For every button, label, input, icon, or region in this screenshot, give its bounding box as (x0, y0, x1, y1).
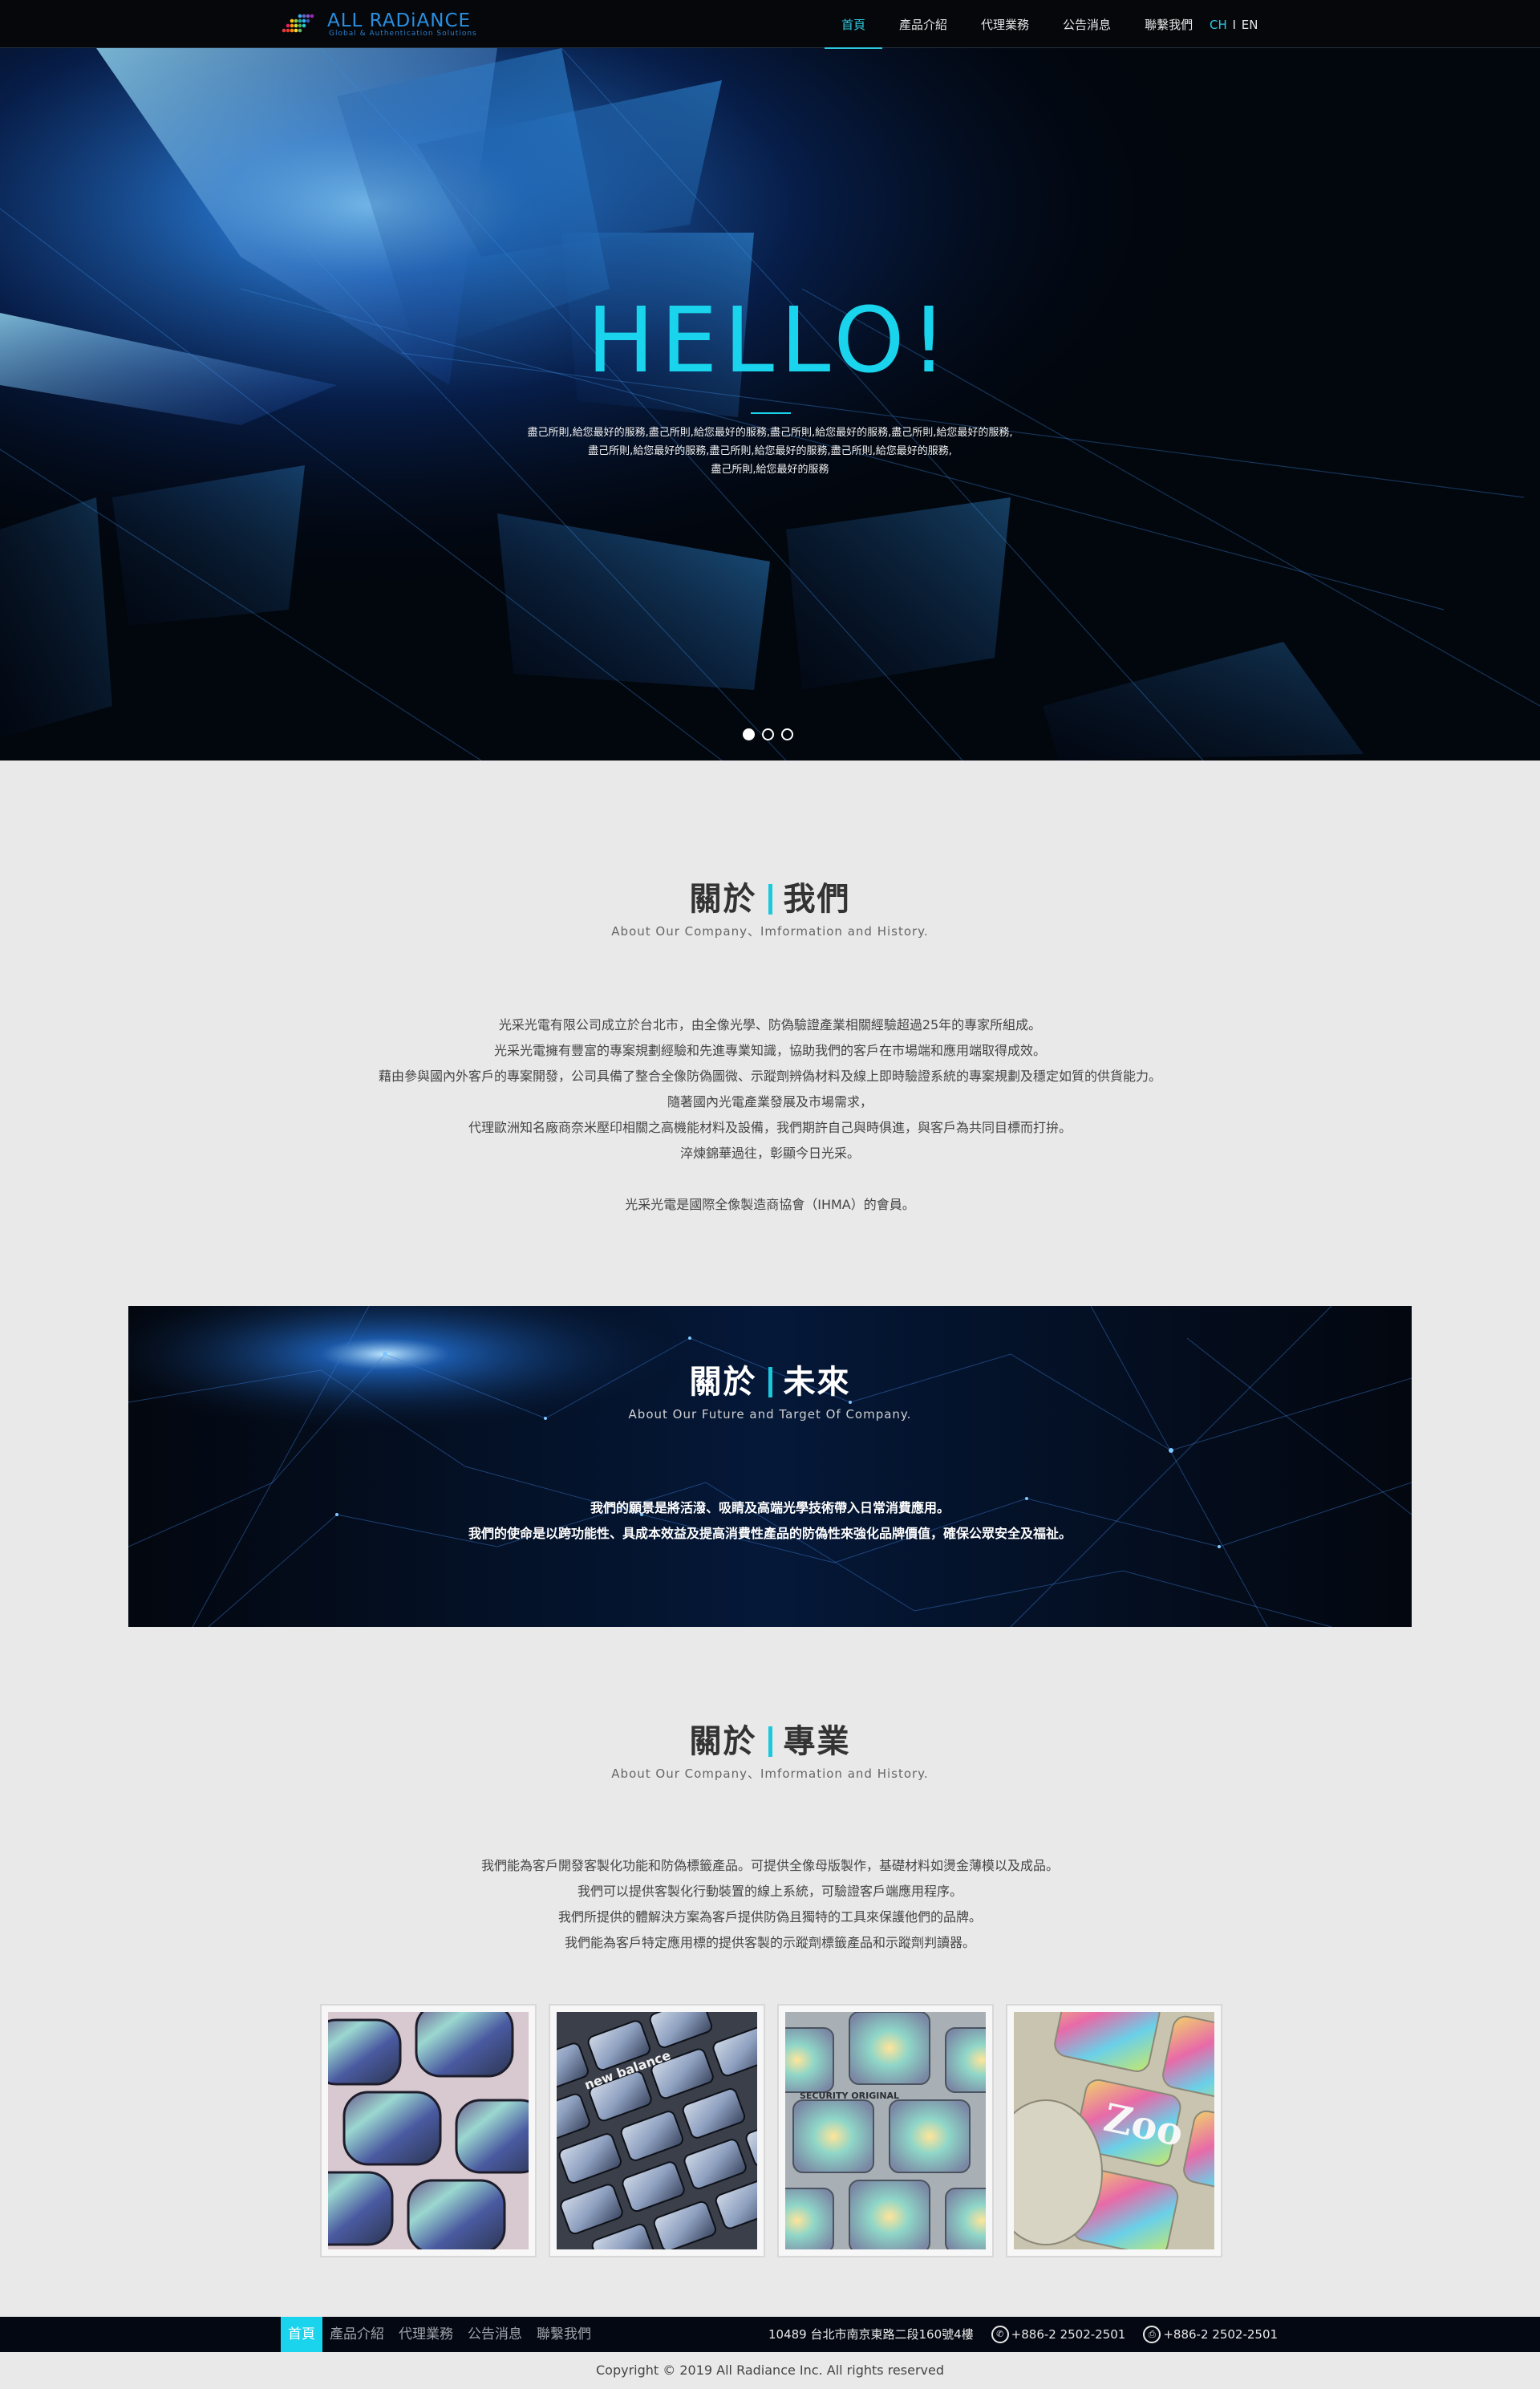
nav-products[interactable]: 產品介紹 (882, 0, 964, 48)
footer-nav-home[interactable]: 首頁 (281, 2317, 322, 2352)
footer-nav: 首頁 產品介紹 代理業務 公告消息 聯繫我們 (281, 2317, 598, 2352)
title-divider (768, 1367, 772, 1397)
professional-line: 我們所提供的體解決方案為客戶提供防偽且獨特的工具來保護他們的品牌。 (557, 1909, 982, 1925)
about-us-line: 藉由參與國內外客戶的專案開發，公司具備了整合全像防偽圖微、示蹤劑辨偽材料及線上即… (378, 1069, 1161, 1084)
about-us-body: 光采光電有限公司成立於台北市，由全像光學、防偽驗證產業相關經驗超過25年的專家所… (0, 1012, 1540, 1166)
nav-agency[interactable]: 代理業務 (964, 0, 1046, 48)
about-us-line: 隨著國內光電產業發展及市場需求， (667, 1094, 873, 1109)
future-title-right: 未來 (783, 1364, 851, 1401)
product-gallery: new balance SECURITY ORIGINAL Zoo (320, 2004, 1222, 2257)
gallery-item-3-label: SECURITY ORIGINAL (800, 2091, 899, 2101)
footer-nav-agency[interactable]: 代理業務 (391, 2317, 460, 2352)
hero-banner: HELLO! 盡己所則,給您最好的服務,盡己所則,給您最好的服務,盡己所則,給您… (0, 48, 1540, 761)
fax-icon: ⎙ (1143, 2326, 1161, 2343)
hero-background-image (0, 48, 1540, 761)
future-title: 關於 未來 (0, 1356, 1540, 1402)
professional-line: 我們能為客戶開發客製化功能和防偽標籤產品。可提供全像母版製作，基礎材料如燙金薄模… (480, 1858, 1059, 1873)
professional-title-right: 專業 (783, 1723, 851, 1760)
professional-subtitle: About Our Company、Imformation and Histor… (611, 1766, 929, 1781)
gallery-item-hologram-labels[interactable] (320, 2004, 537, 2257)
footer-nav-news[interactable]: 公告消息 (460, 2317, 529, 2352)
future-background-image (128, 1306, 1412, 1627)
nav-news[interactable]: 公告消息 (1046, 0, 1128, 48)
top-navigation-bar: ALL RADiANCE Global & Authentication Sol… (0, 0, 1540, 49)
professional-title: 關於 專業 (0, 1715, 1540, 1762)
gallery-item-security-original[interactable]: SECURITY ORIGINAL (777, 2004, 994, 2257)
future-body: 我們的願景是將活潑、吸睛及高端光學技術帶入日常消費應用。 我們的使命是以跨功能性… (0, 1495, 1540, 1547)
site-footer: 首頁 產品介紹 代理業務 公告消息 聯繫我們 10489 台北市南京東路二段16… (0, 2317, 1540, 2352)
about-us-title-left: 關於 (689, 881, 757, 918)
about-us-line: 代理歐洲知名廠商奈米壓印相關之高機能材料及設備，我們期許自己與時俱進，與客戶為共… (468, 1120, 1072, 1135)
title-divider (768, 884, 772, 915)
slider-dot-2[interactable] (762, 728, 774, 740)
logo-tagline: Global & Authentication Solutions (329, 30, 477, 38)
logo-text: ALL RADiANCE (327, 10, 472, 31)
new-balance-hologram-image: new balance (557, 2012, 757, 2249)
copyright-text: Copyright © 2019 All Radiance Inc. All r… (0, 2352, 1540, 2389)
professional-title-left: 關於 (689, 1723, 757, 1760)
future-line: 我們的願景是將活潑、吸睛及高端光學技術帶入日常消費應用。 (590, 1500, 950, 1515)
about-us-title: 關於 我們 (0, 873, 1540, 919)
slider-dot-1[interactable] (743, 728, 755, 740)
logo-mark-icon (282, 14, 314, 33)
footer-address: 10489 台北市南京東路二段160號4樓 (768, 2327, 974, 2342)
professional-line: 我們能為客戶特定應用標的提供客製的示蹤劑標籤產品和示蹤劑判讀器。 (564, 1935, 975, 1950)
slider-dot-3[interactable] (781, 728, 793, 740)
future-subtitle: About Our Future and Target Of Company. (628, 1407, 912, 1422)
about-us-title-right: 我們 (783, 881, 851, 918)
about-us-line: 光采光電擁有豐富的專案規劃經驗和先進專業知識，協助我們的客戶在市場端和應用端取得… (493, 1043, 1046, 1058)
title-divider (768, 1726, 772, 1757)
future-section: 關於 未來 About Our Future and Target Of Comp… (0, 1306, 1540, 1627)
lang-separator: I (1232, 18, 1236, 32)
about-us-line: 光采光電有限公司成立於台北市，由全像光學、防偽驗證產業相關經驗超過25年的專家所… (498, 1017, 1042, 1032)
site-logo[interactable]: ALL RADiANCE Global & Authentication Sol… (281, 6, 497, 42)
nav-contact[interactable]: 聯繫我們 (1128, 0, 1210, 48)
gallery-item-zoo[interactable]: Zoo (1006, 2004, 1222, 2257)
gallery-item-new-balance[interactable]: new balance (549, 2004, 765, 2257)
future-title-left: 關於 (689, 1364, 757, 1401)
footer-nav-contact[interactable]: 聯繫我們 (529, 2317, 598, 2352)
footer-phone: +886-2 2502-2501 (1011, 2327, 1126, 2342)
slider-pagination (743, 728, 793, 740)
zoo-hologram-image: Zoo (1014, 2012, 1214, 2249)
about-us-line: 淬煉錦華過往，彰顯今日光采。 (679, 1146, 860, 1161)
professional-body: 我們能為客戶開發客製化功能和防偽標籤產品。可提供全像母版製作，基礎材料如燙金薄模… (0, 1853, 1540, 1956)
hero-description: 盡己所則,給您最好的服務,盡己所則,給您最好的服務,盡己所則,給您最好的服務,盡… (527, 427, 1013, 476)
nav-home[interactable]: 首頁 (825, 0, 883, 49)
professional-line: 我們可以提供客製化行動裝置的線上系統，可驗證客戶端應用程序。 (577, 1884, 962, 1899)
lang-en-link[interactable]: EN (1242, 18, 1258, 32)
main-nav: 首頁 產品介紹 代理業務 公告消息 聯繫我們 (825, 0, 1210, 49)
phone-icon: ✆ (991, 2326, 1009, 2343)
footer-contact: 10489 台北市南京東路二段160號4樓 ✆ +886-2 2502-2501… (768, 2317, 1278, 2352)
lang-ch-link[interactable]: CH (1210, 18, 1227, 32)
security-original-hologram-image: SECURITY ORIGINAL (785, 2012, 986, 2249)
footer-nav-products[interactable]: 產品介紹 (322, 2317, 391, 2352)
about-us-subtitle: About Our Company、Imformation and Histor… (611, 924, 929, 939)
future-line: 我們的使命是以跨功能性、具成本效益及提高消費性產品的防偽性來強化品牌價值，確保公… (468, 1526, 1072, 1541)
footer-fax: +886-2 2502-2501 (1163, 2327, 1279, 2342)
hologram-labels-image (328, 2012, 529, 2249)
ihma-member-line: 光采光電是國際全像製造商協會（IHMA）的會員。 (625, 1197, 915, 1212)
hero-title-underline (751, 412, 791, 414)
language-switcher: CH I EN (1210, 0, 1258, 48)
hero-title: HELLO! (586, 289, 954, 393)
